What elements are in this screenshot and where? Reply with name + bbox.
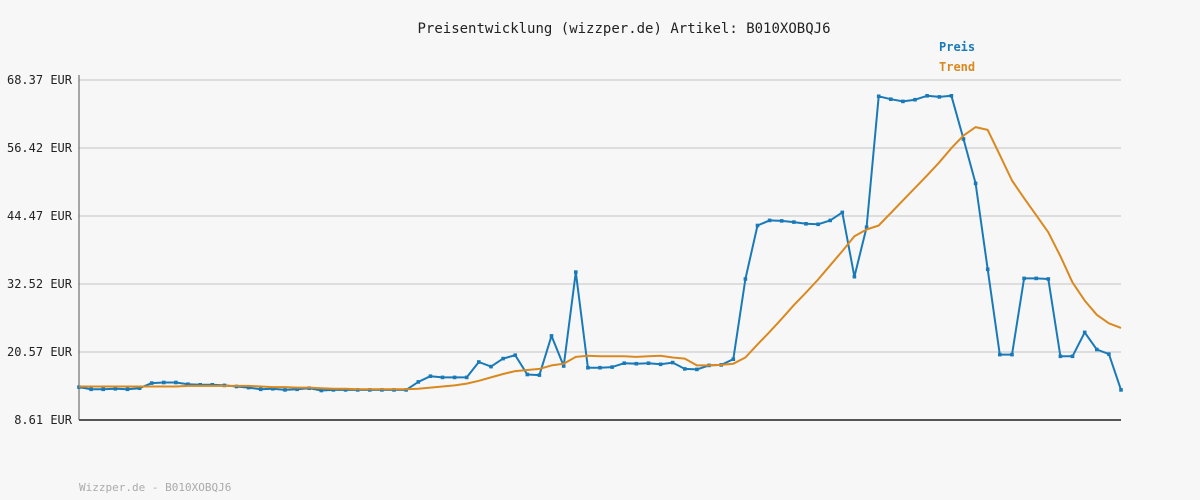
data-point-preis xyxy=(804,222,808,226)
data-point-preis xyxy=(901,99,905,104)
data-point-preis xyxy=(549,334,554,338)
data-point-preis xyxy=(89,387,93,392)
data-point-preis xyxy=(477,360,481,364)
data-point-preis xyxy=(913,97,917,102)
data-point-preis xyxy=(828,218,832,223)
data-point-preis xyxy=(973,181,978,186)
data-point-preis xyxy=(1046,277,1051,281)
data-point-preis xyxy=(876,94,881,99)
data-point-preis xyxy=(949,94,954,98)
data-point-preis xyxy=(537,373,542,377)
data-point-preis xyxy=(683,367,687,371)
data-point-preis xyxy=(1082,330,1087,335)
data-point-preis xyxy=(574,270,578,274)
data-point-preis xyxy=(428,374,433,378)
data-point-preis xyxy=(174,380,178,385)
data-point-preis xyxy=(258,387,263,392)
chart-canvas: Preisentwicklung (wizzper.de) Artikel: B… xyxy=(7,21,1123,494)
data-point-preis xyxy=(695,367,699,372)
series-lines xyxy=(77,94,1123,393)
chart-title: Preisentwicklung (wizzper.de) Artikel: B… xyxy=(417,21,830,37)
y-tick-label: 32.52 EUR xyxy=(7,277,73,291)
data-point-preis xyxy=(670,360,675,365)
data-point-preis xyxy=(162,380,166,385)
data-point-preis xyxy=(1058,354,1063,359)
data-point-preis xyxy=(1010,352,1014,357)
data-point-preis xyxy=(998,352,1002,357)
data-point-preis xyxy=(779,219,784,223)
data-point-preis xyxy=(937,95,942,99)
data-point-preis xyxy=(634,361,639,366)
data-point-preis xyxy=(985,267,990,272)
chart-footer: Wizzper.de - B010XOBQJ6 xyxy=(79,481,231,494)
data-point-preis xyxy=(755,223,760,228)
data-point-preis xyxy=(501,356,505,361)
legend-entry-preis: Preis xyxy=(939,40,975,54)
grid-lines xyxy=(79,79,1121,353)
data-point-preis xyxy=(852,274,857,279)
data-point-preis xyxy=(1095,347,1099,352)
data-point-preis xyxy=(1022,276,1026,281)
data-point-preis xyxy=(125,387,130,392)
series-line-trend xyxy=(79,126,1122,391)
data-point-preis xyxy=(743,277,748,281)
y-tick-label: 44.47 EUR xyxy=(7,209,73,223)
data-point-preis xyxy=(1034,276,1038,281)
data-point-preis xyxy=(1107,352,1111,356)
data-point-preis xyxy=(731,357,736,361)
y-axis-tick-labels: 8.61 EUR 20.57 EUR 32.52 EUR 44.47 EUR 56.42… xyxy=(7,73,73,427)
data-point-preis xyxy=(101,387,105,392)
data-point-preis xyxy=(149,381,154,385)
data-point-preis xyxy=(416,380,421,384)
data-point-preis xyxy=(767,218,772,223)
data-point-preis xyxy=(816,222,820,227)
data-point-preis xyxy=(283,388,287,392)
data-point-preis xyxy=(525,372,530,377)
y-tick-label: 20.57 EUR xyxy=(7,345,73,359)
data-point-preis xyxy=(925,94,929,98)
data-point-preis xyxy=(792,220,796,224)
data-point-preis xyxy=(1070,354,1075,359)
data-point-preis xyxy=(113,387,118,391)
data-point-preis xyxy=(464,375,469,380)
data-point-preis xyxy=(622,361,626,365)
data-point-preis xyxy=(586,365,590,370)
data-point-preis xyxy=(489,364,493,369)
y-tick-label: 56.42 EUR xyxy=(7,141,73,155)
legend-entry-trend: Trend xyxy=(939,60,975,74)
data-point-preis xyxy=(440,375,445,380)
data-point-preis xyxy=(889,97,893,101)
data-point-preis xyxy=(840,210,845,215)
data-point-preis xyxy=(598,365,602,370)
y-tick-label: 8.61 EUR xyxy=(14,413,73,427)
data-point-preis xyxy=(1119,388,1123,392)
price-history-chart: Preisentwicklung (wizzper.de) Artikel: B… xyxy=(0,0,1200,500)
data-point-preis xyxy=(452,375,457,380)
data-point-preis xyxy=(513,353,517,357)
y-tick-label: 68.37 EUR xyxy=(7,73,73,87)
data-point-preis xyxy=(658,362,663,367)
data-point-preis xyxy=(610,365,614,369)
data-point-preis xyxy=(646,361,651,365)
